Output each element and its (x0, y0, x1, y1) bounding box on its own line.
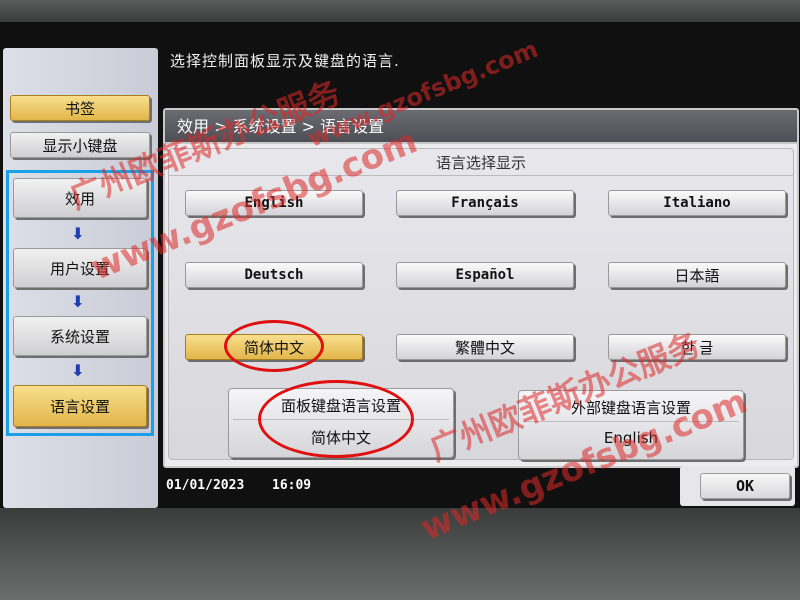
external-keyboard-label: 外部键盘语言设置 (570, 399, 691, 417)
external-keyboard-value: English (603, 429, 659, 447)
lang-spanish-button[interactable]: Español (396, 262, 574, 288)
panel-keyboard-language-button[interactable]: 面板键盘语言设置 简体中文 (228, 388, 454, 458)
flow-item-user-settings[interactable]: 用户设置 (13, 248, 147, 288)
lang-english-button[interactable]: English (185, 190, 363, 216)
flow-item-utility[interactable]: 效用 (13, 178, 147, 218)
lang-simplified-chinese-button[interactable]: 简体中文 (185, 334, 363, 360)
down-arrow-icon: ⬇ (71, 224, 85, 243)
external-keyboard-language-button[interactable]: 外部键盘语言设置 English (518, 390, 744, 460)
status-date: 01/01/2023 (166, 478, 245, 493)
flow-item-system-settings[interactable]: 系统设置 (13, 316, 147, 356)
lang-korean-button[interactable]: 한 글 (608, 334, 786, 360)
divider (233, 419, 449, 420)
language-group-title: 语言选择显示 (169, 149, 793, 176)
bookmark-button[interactable]: 书签 (10, 95, 150, 121)
lang-french-button[interactable]: Français (396, 190, 574, 216)
instruction-text: 选择控制面板显示及键盘的语言. (170, 52, 400, 70)
flow-item-language-settings[interactable]: 语言设置 (13, 385, 147, 427)
panel-keyboard-value: 简体中文 (310, 429, 371, 447)
show-keypad-button[interactable]: 显示小键盘 (10, 132, 150, 158)
device-bezel-top (0, 0, 800, 22)
lang-japanese-button[interactable]: 日本語 (608, 262, 786, 288)
lang-german-button[interactable]: Deutsch (185, 262, 363, 288)
device-bezel-bottom (0, 508, 800, 600)
down-arrow-icon: ⬇ (71, 361, 85, 380)
ok-button[interactable]: OK (700, 473, 790, 499)
breadcrumb: 效用 > 系统设置 > 语言设置 (165, 110, 797, 144)
status-time: 16:09 (272, 478, 312, 493)
lang-italian-button[interactable]: Italiano (608, 190, 786, 216)
lang-traditional-chinese-button[interactable]: 繁體中文 (396, 334, 574, 360)
panel-keyboard-label: 面板键盘语言设置 (280, 397, 401, 415)
divider (523, 421, 739, 422)
down-arrow-icon: ⬇ (71, 292, 85, 311)
